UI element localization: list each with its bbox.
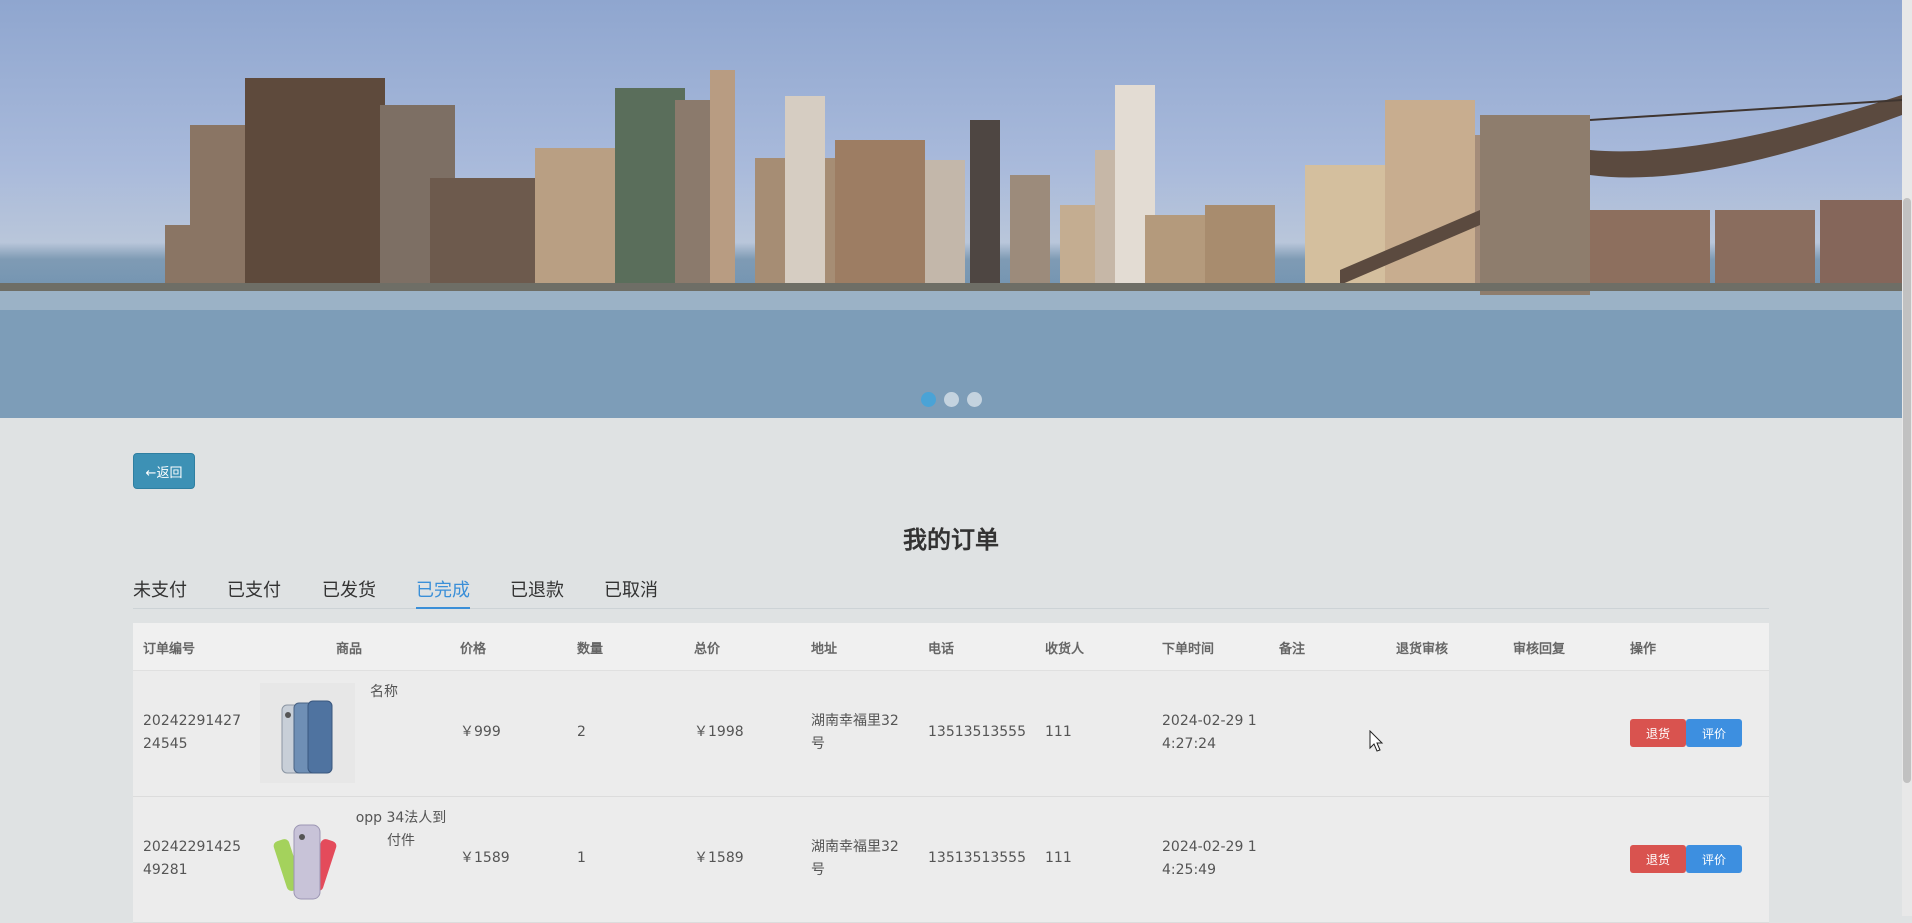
tab-refunded[interactable]: 已退款 bbox=[510, 576, 564, 607]
product-name: 名称 bbox=[370, 684, 398, 700]
header-product: 商品 bbox=[336, 642, 363, 657]
table-row: 20242291425 49281 opp 34法人到 付件 ￥1589 1 ￥15… bbox=[133, 797, 1769, 923]
address: 湖南幸福里32 号 bbox=[811, 713, 899, 752]
order-status-tabs: 未支付 已支付 已发货 已完成 已退款 已取消 bbox=[133, 576, 1769, 609]
carousel-dot-1[interactable] bbox=[920, 392, 936, 407]
total: ￥1998 bbox=[694, 724, 744, 740]
receiver: 111 bbox=[1045, 724, 1072, 740]
tab-completed[interactable]: 已完成 bbox=[416, 576, 470, 609]
review-button[interactable]: 评价 bbox=[1686, 719, 1742, 747]
order-time: 2024-02-29 1 4:27:24 bbox=[1162, 713, 1257, 752]
receiver: 111 bbox=[1045, 850, 1072, 866]
header-review-reply: 审核回复 bbox=[1513, 642, 1566, 657]
order-no: 20242291427 24545 bbox=[143, 713, 241, 752]
quantity: 2 bbox=[577, 724, 586, 740]
tab-unpaid[interactable]: 未支付 bbox=[133, 576, 187, 607]
review-button[interactable]: 评价 bbox=[1686, 845, 1742, 873]
carousel-dot-2[interactable] bbox=[943, 392, 959, 407]
page-title: 我的订单 bbox=[903, 526, 999, 554]
quantity: 1 bbox=[577, 850, 586, 866]
header-receiver: 收货人 bbox=[1045, 642, 1085, 657]
header-order-time: 下单时间 bbox=[1162, 642, 1215, 657]
skyline-image bbox=[0, 70, 1902, 418]
header-return-review: 退货审核 bbox=[1396, 642, 1449, 657]
order-time: 2024-02-29 1 4:25:49 bbox=[1162, 839, 1257, 878]
order-no: 20242291425 49281 bbox=[143, 839, 241, 878]
product-image[interactable] bbox=[260, 809, 355, 909]
table-row: 20242291427 24545 名称 ￥999 2 ￥1998 湖南幸福里32… bbox=[133, 671, 1769, 797]
orders-table: 订单编号 商品 价格 数量 总价 地址 电话 收货人 下单时间 备注 退货审核 … bbox=[133, 623, 1769, 923]
price: ￥1589 bbox=[460, 850, 510, 866]
phone: 13513513555 bbox=[928, 724, 1026, 740]
tab-cancelled[interactable]: 已取消 bbox=[604, 576, 658, 607]
header-phone: 电话 bbox=[928, 642, 955, 657]
scrollbar-thumb[interactable] bbox=[1903, 198, 1911, 783]
tab-shipped[interactable]: 已发货 bbox=[322, 576, 376, 607]
phone: 13513513555 bbox=[928, 850, 1026, 866]
back-button[interactable]: ←返回 bbox=[133, 453, 195, 489]
header-order-no: 订单编号 bbox=[143, 642, 196, 657]
product-image[interactable] bbox=[260, 683, 355, 783]
product-name: opp 34法人到 付件 bbox=[355, 810, 447, 849]
return-button[interactable]: 退货 bbox=[1630, 845, 1686, 873]
mouse-cursor-icon bbox=[1369, 730, 1384, 752]
header-price: 价格 bbox=[460, 642, 487, 657]
tab-paid[interactable]: 已支付 bbox=[227, 576, 281, 607]
address: 湖南幸福里32 号 bbox=[811, 839, 899, 878]
total: ￥1589 bbox=[694, 850, 744, 866]
carousel-dot-3[interactable] bbox=[966, 392, 982, 407]
table-header: 订单编号 商品 价格 数量 总价 地址 电话 收货人 下单时间 备注 退货审核 … bbox=[133, 623, 1769, 671]
header-address: 地址 bbox=[811, 642, 838, 657]
banner-carousel[interactable] bbox=[0, 0, 1902, 418]
return-button[interactable]: 退货 bbox=[1630, 719, 1686, 747]
price: ￥999 bbox=[460, 724, 501, 740]
scrollbar-track[interactable] bbox=[1902, 0, 1912, 916]
header-total: 总价 bbox=[694, 642, 721, 657]
header-quantity: 数量 bbox=[577, 642, 604, 657]
header-actions: 操作 bbox=[1630, 642, 1657, 657]
carousel-dots bbox=[0, 392, 1902, 407]
header-remark: 备注 bbox=[1279, 642, 1306, 657]
